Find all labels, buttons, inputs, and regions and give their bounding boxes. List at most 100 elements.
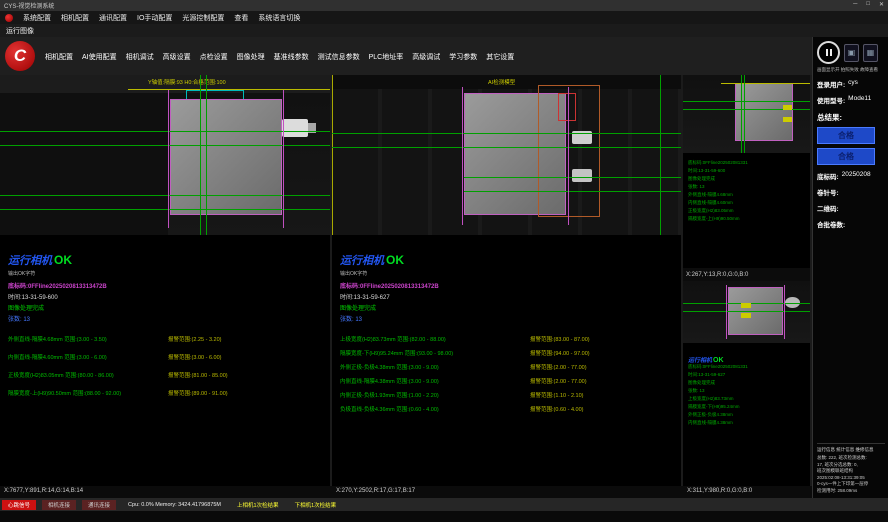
menu-item[interactable]: IO手动配置 [137, 13, 172, 23]
preview-text-line: 时间:13-31-59-627 [688, 371, 748, 379]
heartbeat-indicator[interactable]: 心跳信号 [2, 500, 36, 510]
overlay-green-vline [660, 75, 661, 235]
cpu-memory-readout: Cpu: 0.0% Memory: 3424.41796875M [128, 502, 221, 508]
menu-item[interactable]: 查看 [234, 13, 248, 23]
pause-icon [826, 49, 828, 56]
model-row: 使用型号: Mode11 [817, 95, 884, 105]
measurement-row: 内侧直线-隔膜4.38mm 范围:(3.00 - 9.00) 报警范围:(2.0… [340, 377, 677, 385]
layout-button[interactable]: ▦ [863, 44, 878, 62]
menu-item[interactable]: 通讯配置 [99, 13, 127, 23]
preview1-image[interactable] [683, 75, 810, 153]
measurement-row: 外侧正极-负极4.38mm 范围:(3.00 - 9.00) 报警范围:(2.0… [340, 363, 677, 371]
maximize-button[interactable]: □ [866, 1, 870, 8]
measurement-value: 负极直线-负极4.36mm 范围:(0.60 - 4.00) [340, 405, 530, 413]
right-panel: ▣ ▦ 画面显示开 拍照失败 故障查看 登录用户: cys 使用型号: Mode… [812, 37, 888, 498]
measurement-value: 内侧直线-隔膜4.38mm 范围:(3.00 - 9.00) [340, 377, 530, 385]
toolbar: C 相机配置 AI使用配置相机调试高级设置点检设置图像处理基准线参数测试信息参数 P… [0, 37, 812, 75]
measurement-alarm: 报警范围:(83.00 - 87.00) [530, 335, 590, 343]
titlebar: CYS-视觉检测系统 ─ □ ✕ [0, 0, 888, 11]
comm-connection-indicator[interactable]: 通讯连接 [82, 500, 116, 510]
app-logo-icon [5, 14, 13, 22]
toolbar-item[interactable]: 点检设置 [200, 52, 228, 62]
capture-button[interactable]: ▣ [844, 44, 859, 62]
toolbar-item[interactable]: 相机配置 [45, 52, 73, 62]
overlay-green-hline [332, 133, 681, 134]
menu-item[interactable]: 系统语言切换 [258, 13, 300, 23]
toolbar-item[interactable]: 测试信息参数 [318, 52, 360, 62]
preview1-pane: 底标码:0FFline202502081331时间:13-31-59-600图像… [683, 75, 810, 268]
preview2-coords: X:311,Y:980,R:0,G:0,B:0 [687, 488, 752, 494]
preview2-image[interactable] [683, 281, 810, 343]
preview-text-line: 底标码:0FFline202502081331 [688, 363, 748, 371]
yellow-mark [783, 117, 792, 122]
measurement-value: 外侧正极-负极4.38mm 范围:(3.00 - 9.00) [340, 363, 530, 371]
boundary-yellow-vline [332, 75, 333, 235]
preview-text-line: 图像处理完成 [688, 379, 748, 387]
toolbar-item[interactable]: 相机调试 [126, 52, 154, 62]
toolbar-item[interactable]: 高级调试 [412, 52, 440, 62]
overlay-magenta-vline [168, 90, 169, 228]
brand-logo-icon: C [5, 41, 35, 71]
barcode-line: 底标码:0FFline2025020813313472B [8, 281, 326, 290]
camera1-image[interactable]: Y轴值:隔膜:93 H0:合格范围:100 [0, 75, 330, 235]
menu-items: 系统配置相机配置通讯配置 IO手动配置光源控制配置查看系统语言切换 [23, 13, 300, 23]
camera-status-ok: OK [54, 253, 72, 267]
overlay-green-vline [741, 75, 742, 153]
minimize-button[interactable]: ─ [853, 1, 857, 8]
toolbar-item[interactable]: 图像处理 [237, 52, 265, 62]
overlay-yellow-line [721, 83, 810, 84]
model-value: Mode11 [848, 95, 871, 105]
ai-model-label: AI检测模型 [488, 78, 515, 86]
measurement-alarm: 报警范围:(0.60 - 4.00) [530, 405, 584, 413]
batch-label: 合批卷数: [817, 219, 845, 229]
panel-status-note: 画面显示开 拍照失败 故障查看 [817, 67, 884, 73]
measurement-value: 上极宽度(H2)83.73mm 范围:(82.00 - 88.00) [340, 335, 530, 343]
preview-text-line: 图像处理完成 [688, 175, 748, 183]
toolbar-item[interactable]: 基准线参数 [274, 52, 309, 62]
reel-row: 卷针号: [817, 187, 884, 197]
bright-feature [572, 169, 592, 182]
menu-item[interactable]: 光源控制配置 [182, 13, 224, 23]
tab-run-image[interactable]: 运行图像 [6, 26, 34, 36]
camera-subtitle: 输出OK字符 [340, 270, 677, 277]
measurement-alarm: 报警范围:(94.00 - 97.00) [530, 349, 590, 357]
measurement-row: 内侧直线-隔膜4.60mm 范围:(3.00 - 6.00) 报警范围:(3.0… [8, 353, 326, 361]
toolbar-item[interactable]: AI使用配置 [82, 52, 117, 62]
barcode-line: 底标码:0FFline2025020813313472B [340, 281, 677, 290]
toolbar-item[interactable]: 高级设置 [163, 52, 191, 62]
overlay-green-hline [464, 191, 681, 192]
camera2-image[interactable]: AI检测模型 [332, 75, 681, 235]
overlay-measure-label: Y轴值:隔膜:93 H0:合格范围:100 [148, 78, 226, 86]
process-done-line: 图像处理完成 [340, 303, 677, 312]
menu-item[interactable]: 系统配置 [23, 13, 51, 23]
barcode-row: 底标码: 20250208 [817, 171, 884, 181]
window-footer [0, 511, 888, 522]
camera2-coords: X:270,Y:2502,R:17,G:17,B:17 [336, 488, 415, 494]
measurement-alarm: 报警范围:(81.00 - 85.00) [168, 371, 228, 379]
stats-block: 运行信息 统计信息 维修信息 总数: 222, 班次检测总数:17, 班次分选总… [817, 443, 885, 494]
time-line: 时间:13-31-59-627 [340, 292, 677, 301]
qr-label: 二维码: [817, 203, 839, 213]
process-done-line: 图像处理完成 [8, 303, 326, 312]
total-result-boxes: 合格合格 [817, 127, 884, 165]
pause-button[interactable] [817, 41, 840, 64]
preview-text-line: 内侧直线-隔膜4.38mm [688, 419, 748, 427]
close-button[interactable]: ✕ [879, 1, 884, 8]
preview1-readout: 底标码:0FFline202502081331时间:13-31-59-600图像… [688, 159, 748, 223]
overlay-green-hline [464, 177, 681, 178]
connector-part [282, 119, 308, 137]
toolbar-item[interactable]: 学习参数 [449, 52, 477, 62]
yellow-mark [783, 105, 792, 110]
toolbar-item[interactable]: 其它设置 [486, 52, 514, 62]
measurement-row: 隔膜宽度-上(H9)90.50mm 范围:(88.00 - 92.00) 报警范… [8, 389, 326, 397]
camera-connection-indicator[interactable]: 相机连接 [42, 500, 76, 510]
preview-text-line: 张数: 13 [688, 183, 748, 191]
measurement-value: 正极宽度(H2)83.05mm 范围:(80.00 - 86.00) [8, 371, 168, 379]
toolbar-item[interactable]: PLC地址率 [369, 52, 404, 62]
menu-item[interactable]: 相机配置 [61, 13, 89, 23]
overlay-green-hline [0, 145, 330, 146]
overlay-magenta-vline [784, 285, 785, 339]
coords-strip: X:7677,Y:891,R:14,G:14,B:14 X:270,Y:2502… [0, 486, 812, 498]
total-result-label: 总结果: [817, 112, 884, 123]
measurement-row: 正极宽度(H2)83.05mm 范围:(80.00 - 86.00) 报警范围:… [8, 371, 326, 379]
